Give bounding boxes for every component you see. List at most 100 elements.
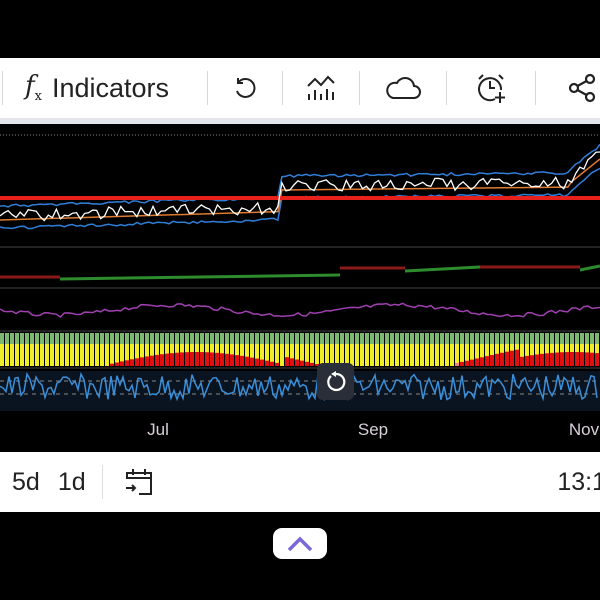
heatmap-cell [220, 353, 224, 366]
share-button[interactable] [536, 73, 596, 103]
heatmap-cell [595, 333, 599, 344]
heatmap-cell [365, 333, 369, 344]
heatmap-cell [70, 344, 74, 366]
heatmap-cell [275, 333, 279, 344]
heatmap-cell [50, 344, 54, 366]
heatmap-cell [155, 333, 159, 344]
heatmap-cell [430, 344, 434, 366]
heatmap-cell [230, 354, 234, 366]
heatmap-cell [185, 333, 189, 344]
chart-type-button[interactable] [283, 74, 359, 102]
cloud-button[interactable] [360, 75, 446, 101]
range-1d-button[interactable]: 1d [58, 468, 86, 497]
go-to-date-button[interactable] [123, 466, 155, 498]
heatmap-cell [395, 333, 399, 344]
reset-icon [326, 370, 345, 391]
heatmap-cell [495, 353, 499, 366]
heatmap-cell [255, 358, 259, 366]
heatmap-cell [275, 344, 279, 366]
heatmap-cell [305, 361, 309, 366]
heatmap-cell [435, 344, 439, 366]
heatmap-cell [385, 344, 389, 366]
heatmap-cell [375, 344, 379, 366]
heatmap-cell [170, 333, 174, 344]
alarm-add-button[interactable] [447, 72, 535, 104]
heatmap-cell [245, 333, 249, 344]
range-5d-button[interactable]: 5d [12, 468, 40, 497]
heatmap-cell [430, 333, 434, 344]
heatmap-cell [200, 352, 204, 366]
heatmap-cell [425, 344, 429, 366]
heatmap-cell [510, 350, 514, 366]
heatmap-cell [515, 333, 519, 344]
heatmap-cell [25, 333, 29, 344]
cloud-icon [386, 77, 421, 99]
heatmap-cell [315, 344, 319, 366]
heatmap-cell [250, 333, 254, 344]
heatmap-cell [185, 352, 189, 366]
heatmap-cell [260, 359, 264, 366]
heatmap-cell [355, 333, 359, 344]
heatmap-cell [435, 333, 439, 344]
heatmap-cell [100, 344, 104, 366]
heatmap-cell [30, 344, 34, 366]
heatmap-cell [425, 333, 429, 344]
heatmap-cell [550, 333, 554, 344]
heatmap-cell [455, 344, 459, 366]
heatmap-cell [230, 333, 234, 344]
heatmap-cell [10, 344, 14, 366]
heatmap-cell [320, 333, 324, 344]
calendar-go-to-icon [125, 469, 152, 495]
expand-button[interactable] [273, 528, 327, 559]
heatmap-cell [65, 344, 69, 366]
heatmap-cell [560, 333, 564, 344]
heatmap-cell [195, 352, 199, 366]
heatmap-cell [210, 333, 214, 344]
heatmap-cell [160, 333, 164, 344]
heatmap-cell [150, 355, 154, 366]
heatmap-cell [125, 333, 129, 344]
heatmap-cell [20, 333, 24, 344]
heatmap-cell [190, 333, 194, 344]
heatmap-cell [90, 344, 94, 366]
heatmap-cell [60, 333, 64, 344]
heatmap-cell [20, 344, 24, 366]
heatmap-cell [180, 352, 184, 366]
undo-button[interactable] [208, 74, 282, 102]
heatmap-cell [310, 333, 314, 344]
heatmap-cell [120, 361, 124, 366]
heatmap-cell [505, 333, 509, 344]
heatmap-cell [135, 358, 139, 366]
heatmap-cell [470, 359, 474, 366]
heatmap-cell [580, 352, 584, 366]
heatmap-cell [40, 344, 44, 366]
time-display[interactable]: 13:1 [557, 468, 600, 497]
heatmap-cell [165, 353, 169, 366]
heatmap-cell [590, 333, 594, 344]
heatmap-cell [285, 357, 289, 366]
heatmap-cell [405, 344, 409, 366]
heatmap-cell [310, 344, 314, 366]
indicators-button[interactable]: fx Indicators [25, 71, 185, 104]
heatmap-cell [155, 354, 159, 366]
heatmap-cell [295, 333, 299, 344]
heatmap-cell [245, 356, 249, 366]
heatmap-cell [390, 344, 394, 366]
price-chart[interactable] [0, 124, 600, 452]
heatmap-cell [565, 352, 569, 366]
heatmap-cell [15, 344, 19, 366]
heatmap-cell [130, 359, 134, 366]
heatmap-cell [35, 344, 39, 366]
step-line [579, 264, 600, 272]
divider [101, 465, 103, 499]
heatmap-cell [520, 333, 524, 344]
reset-chart-button[interactable] [317, 363, 354, 400]
heatmap-cell [60, 344, 64, 366]
heatmap-cell [445, 333, 449, 344]
heatmap-cell [575, 333, 579, 344]
x-axis-label: Nov [568, 420, 600, 439]
heatmap-cell [365, 344, 369, 366]
x-axis-label: Sep [357, 420, 389, 439]
heatmap-cell [70, 333, 74, 344]
heatmap-cell [535, 333, 539, 344]
